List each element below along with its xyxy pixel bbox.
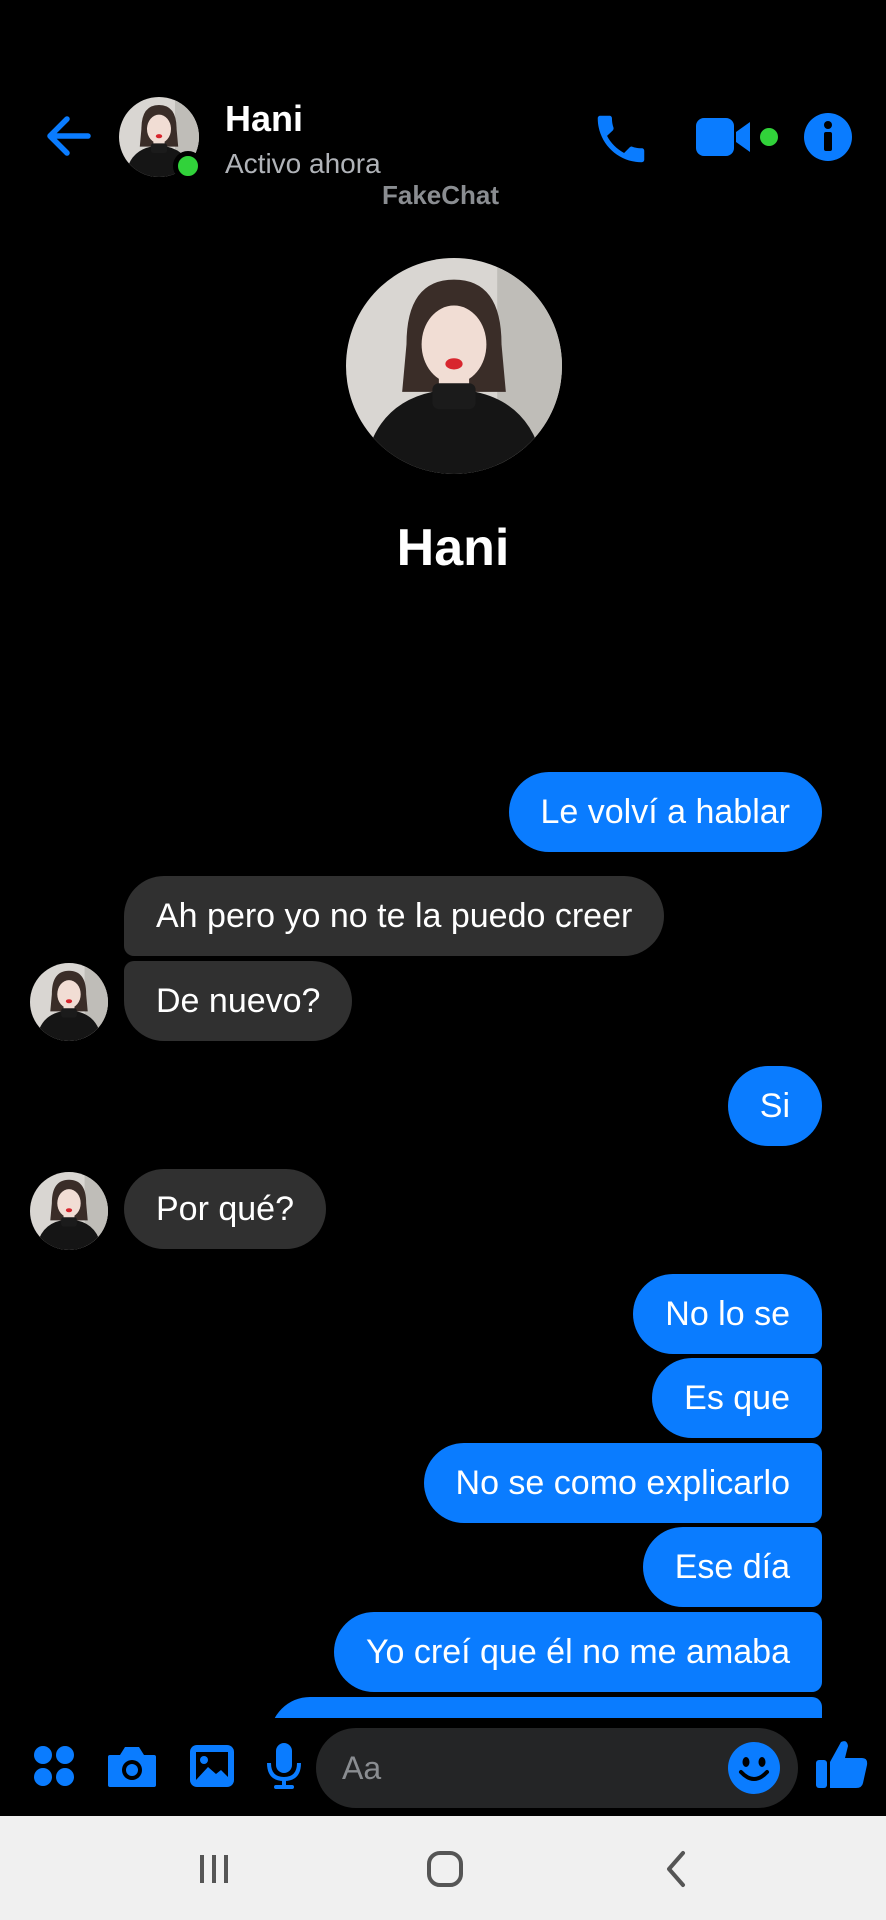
- system-back-button[interactable]: [646, 1844, 706, 1894]
- outgoing-message[interactable]: Le volví a hablar: [508, 772, 822, 852]
- thumbs-up-icon: [816, 1741, 868, 1788]
- outgoing-message[interactable]: Si: [727, 1066, 822, 1146]
- profile-name: Hani: [396, 519, 510, 577]
- incoming-message[interactable]: Por qué?: [124, 1169, 326, 1249]
- voice-message-button[interactable]: [256, 1738, 312, 1794]
- phone-icon: [597, 115, 645, 163]
- conversation-area[interactable]: Hani Activo ahora FakeChat Hani Le volví…: [0, 0, 886, 1718]
- gallery-button[interactable]: [184, 1738, 240, 1794]
- home-icon: [427, 1851, 463, 1887]
- recent-apps-icon: [200, 1855, 228, 1883]
- outgoing-message[interactable]: No lo se: [633, 1274, 822, 1354]
- incoming-message[interactable]: De nuevo?: [124, 961, 353, 1041]
- voice-call-button[interactable]: [590, 108, 652, 170]
- online-indicator: [173, 151, 203, 181]
- outgoing-message[interactable]: Yo creí que él no me amaba: [333, 1612, 822, 1692]
- outgoing-message[interactable]: No se como explicarlo: [423, 1443, 822, 1523]
- contact-name[interactable]: Hani: [225, 98, 303, 140]
- smiley-icon: [728, 1742, 780, 1794]
- info-icon: [804, 113, 852, 161]
- home-button[interactable]: [415, 1844, 475, 1894]
- chat-header: Hani Activo ahora FakeChat: [0, 0, 886, 240]
- recent-apps-button[interactable]: [184, 1844, 244, 1894]
- chevron-left-icon: [667, 1851, 685, 1887]
- more-actions-button[interactable]: [26, 1738, 82, 1794]
- sender-avatar: [30, 963, 108, 1041]
- contact-avatar[interactable]: [119, 97, 203, 181]
- emoji-button[interactable]: [726, 1740, 782, 1796]
- camera-icon: [108, 1747, 156, 1787]
- message-input[interactable]: [342, 1728, 722, 1808]
- back-button[interactable]: [40, 108, 96, 164]
- message-input-box[interactable]: [316, 1728, 798, 1808]
- system-navigation-bar: [0, 1816, 886, 1920]
- active-status: Activo ahora: [225, 148, 381, 179]
- camera-button[interactable]: [104, 1738, 160, 1794]
- outgoing-message[interactable]: Ese día: [642, 1527, 822, 1607]
- like-button[interactable]: [814, 1736, 876, 1798]
- incoming-message[interactable]: Ah pero yo no te la puedo creer: [124, 876, 665, 956]
- outgoing-message-partial[interactable]: [270, 1697, 822, 1718]
- outgoing-message[interactable]: Es que: [652, 1358, 822, 1438]
- watermark: FakeChat: [382, 180, 500, 210]
- four-dots-icon: [34, 1746, 74, 1786]
- image-icon: [190, 1745, 234, 1787]
- video-active-dot: [760, 128, 778, 146]
- microphone-icon: [267, 1743, 301, 1789]
- profile-avatar: [346, 258, 562, 474]
- arrow-left-icon: [47, 116, 91, 156]
- info-button[interactable]: [803, 112, 853, 162]
- video-camera-icon: [696, 118, 750, 156]
- video-call-button[interactable]: [694, 112, 770, 162]
- message-composer: [0, 1718, 886, 1816]
- sender-avatar: [30, 1172, 108, 1250]
